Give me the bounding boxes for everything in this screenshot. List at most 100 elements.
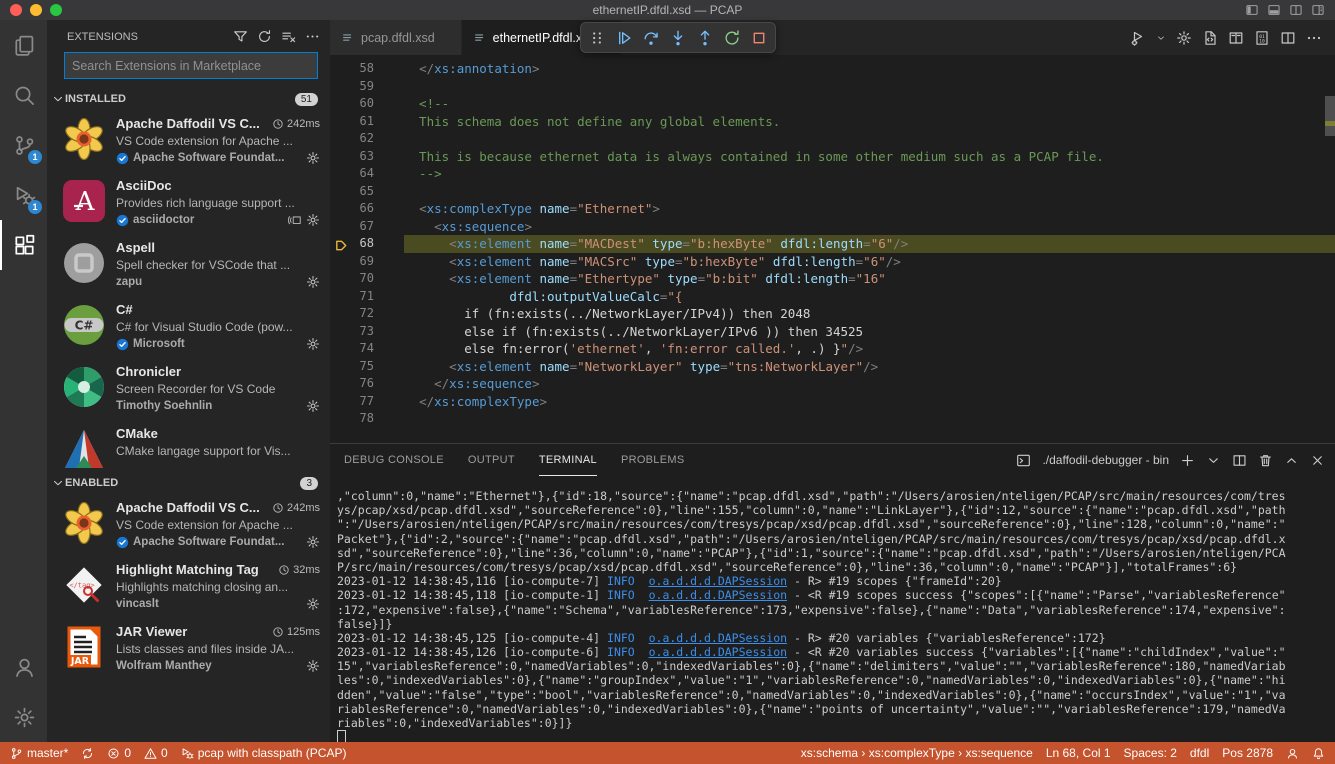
extension-item[interactable]: </tag> Highlight Matching Tag 32ms Highligh…	[47, 556, 330, 618]
file-code-icon[interactable]	[1202, 30, 1218, 46]
chevron-up-icon[interactable]	[1284, 453, 1299, 468]
extension-name: C#	[116, 302, 133, 317]
extension-name: AsciiDoc	[116, 178, 172, 193]
status-sync[interactable]	[81, 747, 94, 760]
close-icon[interactable]	[1310, 453, 1325, 468]
status-feedback[interactable]	[1286, 747, 1299, 760]
manage-gear-icon[interactable]	[306, 535, 320, 549]
manage-gear-icon[interactable]	[306, 337, 320, 351]
extension-item[interactable]: Apache Daffodil VS C... 242ms VS Code exte…	[47, 494, 330, 556]
trash-icon[interactable]	[1258, 453, 1273, 468]
restart-button[interactable]	[719, 25, 745, 50]
activity-item-accounts[interactable]	[0, 642, 47, 692]
toggle-sidebar-icon[interactable]	[1245, 3, 1259, 17]
line-number: 75	[359, 358, 374, 373]
split-panel-icon[interactable]	[1232, 453, 1247, 468]
code-editor[interactable]: 58 </xs:annotation> 59 60 <!-- 61 This sche…	[330, 55, 1335, 443]
minimize-button[interactable]	[30, 4, 42, 16]
status-language-mode[interactable]: dfdl	[1190, 746, 1209, 760]
status-left: master* 0 0 pcap with classpath (PCAP)	[10, 746, 346, 760]
toggle-secondary-sidebar-icon[interactable]	[1289, 3, 1303, 17]
workbench: 11 EXTENSIONS INSTALLED51Apache Daffodil…	[0, 20, 1335, 742]
section-header-enabled[interactable]: ENABLED 3	[47, 472, 330, 494]
customize-layout-icon[interactable]	[1311, 3, 1325, 17]
split-editor-icon[interactable]	[1280, 30, 1296, 46]
activity-item-explorer[interactable]	[0, 20, 47, 70]
extension-item[interactable]: A AsciiDoc Provides rich language support …	[47, 172, 330, 234]
zoom-button[interactable]	[50, 4, 62, 16]
panel-tab-output[interactable]: OUTPUT	[468, 444, 515, 476]
status-errors[interactable]: 0	[107, 746, 131, 760]
manage-gear-icon[interactable]	[306, 597, 320, 611]
line-number: 74	[359, 341, 374, 355]
manage-gear-icon[interactable]	[306, 659, 320, 673]
extension-item[interactable]: Chronicler Screen Recorder for VS Code Tim…	[47, 358, 330, 420]
code-line: 76 </xs:sequence>	[330, 375, 1335, 393]
status-indentation[interactable]: Spaces: 2	[1124, 746, 1177, 760]
extension-description: Spell checker for VSCode that ...	[116, 258, 291, 272]
gear-icon[interactable]	[1176, 30, 1192, 46]
book-icon[interactable]	[1228, 30, 1244, 46]
manage-gear-icon[interactable]	[306, 151, 320, 165]
line-number: 60	[359, 96, 374, 110]
terminal-line: les":0,"indexedVariables":0},{"name":"gr…	[337, 673, 1286, 688]
titlebar: ethernetIP.dfdl.xsd — PCAP	[0, 0, 1335, 20]
more-icon[interactable]	[305, 29, 320, 44]
terminal-output[interactable]: ,"column":0,"name":"Ethernet"},{"id":18,…	[330, 476, 1335, 742]
extension-item[interactable]: Apache Daffodil VS C... 242ms VS Code exte…	[47, 110, 330, 172]
code-line: 75 <xs:element name="NetworkLayer" type=…	[330, 358, 1335, 376]
manage-gear-icon[interactable]	[306, 275, 320, 289]
activity-item-extensions[interactable]	[0, 220, 47, 270]
panel-tab-problems[interactable]: PROBLEMS	[621, 444, 685, 476]
activity-item-source-control[interactable]: 1	[0, 120, 47, 170]
sidebar-title: EXTENSIONS	[67, 30, 138, 43]
manage-gear-icon[interactable]	[306, 213, 320, 227]
section-header-installed[interactable]: INSTALLED 51	[47, 88, 330, 110]
plus-icon[interactable]	[1180, 453, 1195, 468]
run-select-icon[interactable]	[1130, 30, 1146, 46]
panel-tabs: DEBUG CONSOLE OUTPUT TERMINAL PROBLEMS	[344, 444, 708, 476]
manage-gear-icon[interactable]	[306, 399, 320, 413]
filter-icon[interactable]	[233, 29, 248, 44]
extension-item[interactable]: Aspell Spell checker for VSCode that ... z…	[47, 234, 330, 296]
extension-publisher: Apache Software Foundat...	[133, 536, 285, 548]
search-input[interactable]	[64, 52, 318, 79]
status-warnings[interactable]: 0	[144, 746, 168, 760]
extension-item[interactable]: C# C# C# for Visual Studio Code (pow... Mic…	[47, 296, 330, 358]
status-cursor-position[interactable]: Ln 68, Col 1	[1046, 746, 1111, 760]
activity-item-run-debug[interactable]: 1	[0, 170, 47, 220]
clear-all-icon[interactable]	[281, 29, 296, 44]
chevron-down-icon[interactable]	[1156, 33, 1166, 43]
activity-item-search[interactable]	[0, 70, 47, 120]
step-out-button[interactable]	[692, 25, 718, 50]
terminal-session-label[interactable]: ./daffodil-debugger - bin	[1042, 453, 1169, 467]
refresh-icon[interactable]	[257, 29, 272, 44]
extension-item[interactable]: CMake CMake langage support for Vis...	[47, 420, 330, 472]
status-debug-config[interactable]: pcap with classpath (PCAP)	[181, 746, 346, 760]
extension-item[interactable]: JAR JAR Viewer 125ms Lists classes and file…	[47, 618, 330, 680]
continue-button[interactable]	[611, 25, 637, 50]
extension-description: Highlights matching closing an...	[116, 580, 289, 594]
status-document-position[interactable]: Pos 2878	[1222, 746, 1273, 760]
step-into-button[interactable]	[665, 25, 691, 50]
toggle-panel-icon[interactable]	[1267, 3, 1281, 17]
close-button[interactable]	[10, 4, 22, 16]
status-breadcrumb[interactable]: xs:schema › xs:complexType › xs:sequence	[801, 746, 1033, 760]
chevron-down-icon[interactable]	[1206, 453, 1221, 468]
editor-scrollbar[interactable]	[1325, 96, 1335, 136]
window-controls	[0, 4, 62, 16]
binary-icon[interactable]: 01 10	[1254, 30, 1270, 46]
step-over-button[interactable]	[638, 25, 664, 50]
status-branch[interactable]: master*	[10, 746, 68, 760]
drag-handle-button[interactable]	[584, 25, 610, 50]
more-icon[interactable]	[1306, 30, 1322, 46]
extension-publisher: asciidoctor	[133, 214, 195, 226]
stop-button[interactable]	[746, 25, 772, 50]
editor-tab[interactable]: pcap.dfdl.xsd	[330, 20, 462, 55]
panel-tab-debug-console[interactable]: DEBUG CONSOLE	[344, 444, 444, 476]
panel-tab-terminal[interactable]: TERMINAL	[538, 444, 597, 476]
extension-name: Apache Daffodil VS C...	[116, 116, 260, 131]
status-notifications[interactable]	[1312, 747, 1325, 760]
code-line: 60 <!--	[330, 95, 1335, 113]
activity-item-settings[interactable]	[0, 692, 47, 742]
